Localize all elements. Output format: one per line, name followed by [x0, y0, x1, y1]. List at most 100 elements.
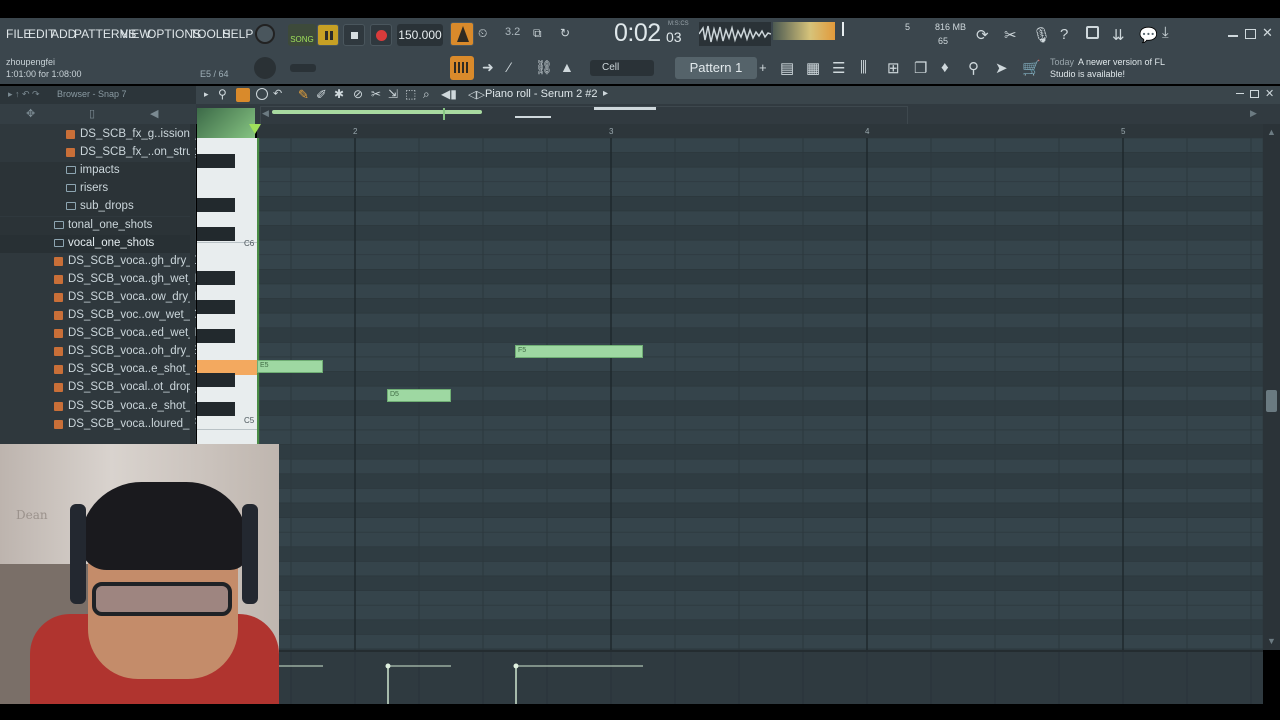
loop-tool-icon[interactable]: ↶	[273, 87, 282, 100]
browser-file[interactable]: DS_SCB_voca..ed_wet_Emin	[0, 325, 196, 343]
browser-file[interactable]: DS_SCB_vocal..ot_drop_the	[0, 379, 196, 397]
cut-tool-icon[interactable]: ✂	[1004, 26, 1017, 44]
metronome-button[interactable]	[450, 22, 474, 46]
touch-keyboard-icon[interactable]: ⚲	[968, 59, 979, 77]
channel-arrow-icon[interactable]: ▸	[603, 88, 608, 99]
browser-folder[interactable]: sub_drops	[0, 198, 190, 217]
undo-history-icon[interactable]: ⟳	[976, 26, 989, 44]
browser-expand-icon[interactable]: ✥	[26, 107, 35, 120]
snap-selector[interactable]: Cell	[590, 60, 654, 76]
stamp-tool-icon[interactable]	[236, 88, 250, 102]
playhead-marker-icon[interactable]	[249, 124, 262, 134]
pr-maximize-icon[interactable]	[1250, 90, 1259, 98]
browser-file[interactable]: DS_SCB_voca..gh_dry_Dmin	[0, 253, 196, 271]
main-volume-knob[interactable]	[255, 24, 275, 44]
browser-collapse-icon[interactable]: ▸ ↑ ↶ ↷	[8, 89, 40, 100]
slice-tool-icon[interactable]: ✂	[371, 87, 381, 101]
browser-file[interactable]: DS_SCB_voca..loured_Fmin	[0, 416, 196, 434]
paint-brush-icon[interactable]: ✐	[316, 87, 327, 103]
countdown-icon[interactable]: 3.2	[505, 26, 525, 44]
note[interactable]: D5	[387, 389, 451, 402]
maximize-icon[interactable]	[1245, 29, 1256, 39]
scroll-right-icon[interactable]: ▶	[1250, 108, 1257, 119]
browser-folder[interactable]: risers	[0, 180, 190, 199]
tempo-display[interactable]: 150.000	[397, 24, 443, 46]
scroll-up-icon[interactable]: ▲	[1267, 127, 1276, 137]
vertical-scrollbar-thumb[interactable]	[1266, 390, 1277, 412]
note-grid[interactable]: E5 D5 F5	[257, 138, 1263, 650]
slip-tool-icon[interactable]: ⇲	[388, 87, 398, 101]
link-icon[interactable]: ⛓	[535, 59, 553, 76]
add-pattern-icon[interactable]: +	[759, 60, 767, 75]
zoom-tool-icon[interactable]: ⌕	[423, 87, 430, 102]
loop-record-icon[interactable]: ↻	[560, 26, 580, 44]
help-icon[interactable]: ?	[1060, 26, 1068, 43]
mixer-icon[interactable]: ⫼	[860, 59, 867, 76]
channel-rack-2-icon[interactable]: ⊞	[887, 59, 900, 77]
browser-file[interactable]: DS_SCB_fx_..on_struggle	[0, 144, 196, 162]
browser-speaker-icon[interactable]: ◀	[150, 107, 158, 120]
minimize-icon[interactable]	[1228, 35, 1238, 37]
note[interactable]: E5	[257, 360, 323, 373]
piano-keyboard[interactable]: C6 C5	[197, 138, 257, 444]
blend-notes-icon[interactable]: ⧉	[533, 26, 553, 44]
delete-tool-icon[interactable]: ✱	[334, 87, 344, 101]
save-icon[interactable]	[1086, 26, 1099, 39]
piano-roll-arrows-icon[interactable]: ◁▷	[468, 88, 485, 101]
pattern-selector[interactable]: Pattern 1	[675, 57, 757, 79]
browser-file[interactable]: DS_SCB_fx_g..ission_step	[0, 126, 196, 144]
arrow-tool-icon[interactable]: ➜	[482, 59, 494, 76]
news-message-line-1[interactable]: A newer version of FL	[1078, 57, 1165, 67]
playback-tool-icon[interactable]: ◀▮	[441, 87, 457, 101]
overview-track[interactable]	[260, 106, 908, 125]
close-icon[interactable]: ✕	[1262, 25, 1273, 41]
piano-roll-button[interactable]	[450, 56, 474, 80]
master-pitch-slider[interactable]	[290, 64, 316, 72]
browser-file[interactable]: DS_SCB_voca..e_shot_remix	[0, 398, 196, 416]
velocity-lane[interactable]	[251, 652, 1263, 704]
step-sequencer-icon[interactable]: ▦	[806, 59, 820, 77]
menu-add[interactable]: ADD	[51, 27, 76, 41]
song-time-display[interactable]: 0:02	[614, 19, 661, 48]
browser-file[interactable]: DS_SCB_voca..gh_wet_Dmin	[0, 271, 196, 289]
tutorial-icon[interactable]: ➤	[995, 59, 1008, 77]
brush-icon[interactable]: ⁄	[508, 59, 510, 75]
news-message-line-2[interactable]: Studio is available!	[1050, 69, 1125, 79]
playlist-icon[interactable]: ▤	[780, 59, 794, 77]
pause-button[interactable]	[317, 24, 339, 46]
browser-folder[interactable]: vocal_one_shots	[0, 234, 190, 253]
stamp-icon[interactable]: ▲	[560, 59, 574, 75]
browser-icon[interactable]: ❐	[914, 59, 927, 77]
pencil-icon[interactable]: ✎	[298, 87, 309, 103]
pr-close-icon[interactable]: ✕	[1265, 87, 1274, 100]
menu-help[interactable]: HELP	[222, 27, 253, 41]
browser-file[interactable]: DS_SCB_voca..e_shot_check	[0, 361, 196, 379]
channel-rack-icon[interactable]: ☰	[832, 59, 845, 77]
plugin-picker-icon[interactable]: ♦	[941, 59, 949, 76]
stop-button[interactable]	[343, 24, 365, 46]
download-icon[interactable]: ⤓	[1162, 24, 1182, 44]
record-tool-icon[interactable]	[256, 88, 268, 100]
chat-icon[interactable]: 💬	[1139, 26, 1158, 44]
song-mode-toggle[interactable]: SONG	[288, 24, 316, 46]
browser-file-icon[interactable]: ▯	[89, 107, 95, 120]
mute-tool-icon[interactable]: ⊘	[353, 87, 363, 101]
scroll-down-icon[interactable]: ▼	[1267, 636, 1276, 646]
browser-scrollbar[interactable]	[190, 124, 195, 444]
browser-file[interactable]: DS_SCB_voca..oh_dry_Emin	[0, 343, 196, 361]
browser-file[interactable]: DS_SCB_voc..ow_wet_Dmin	[0, 307, 196, 325]
magnet-snap-icon[interactable]: ⚲	[218, 87, 227, 101]
wait-for-input-icon[interactable]: ⏲	[478, 26, 498, 44]
record-button[interactable]	[370, 24, 392, 46]
note[interactable]: F5	[515, 345, 643, 358]
pr-minimize-icon[interactable]	[1236, 93, 1244, 94]
master-pitch-knob[interactable]	[254, 57, 276, 79]
piano-roll-menu-icon[interactable]: ▸	[204, 89, 209, 100]
microphone-icon[interactable]: 🎙	[1032, 26, 1051, 44]
select-tool-icon[interactable]: ⬚	[405, 87, 416, 101]
shop-icon[interactable]: 🛒	[1022, 59, 1041, 77]
browser-folder[interactable]: tonal_one_shots	[0, 216, 190, 235]
vertical-scrollbar[interactable]	[1263, 124, 1280, 650]
browser-folder[interactable]: impacts	[0, 162, 190, 181]
browser-file[interactable]: DS_SCB_voca..ow_dry_Dmin	[0, 289, 196, 307]
